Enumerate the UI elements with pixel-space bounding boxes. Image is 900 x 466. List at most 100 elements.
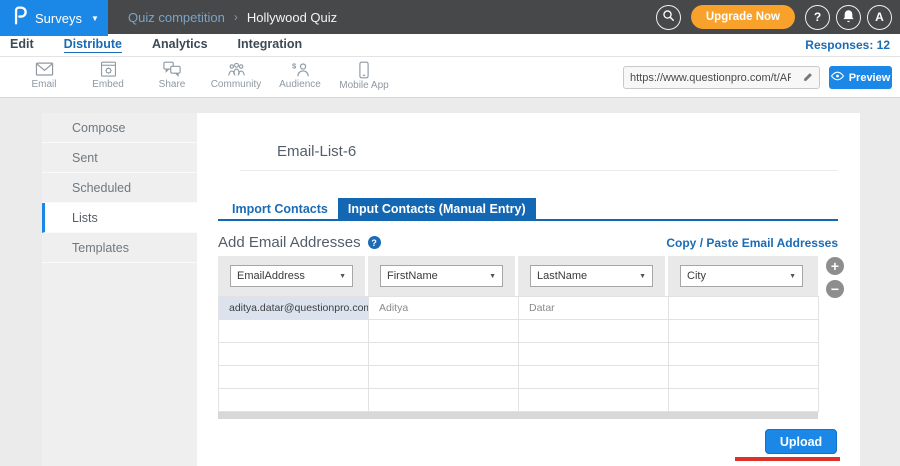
add-row-button[interactable]: + (826, 257, 844, 275)
toolbar-embed-button[interactable]: Embed (76, 61, 140, 91)
notifications-button[interactable] (836, 5, 861, 30)
contact-cell[interactable] (669, 366, 819, 389)
avatar[interactable]: A (867, 5, 892, 30)
column-header: City ▼ (668, 256, 818, 296)
contact-cell[interactable] (519, 343, 669, 366)
contact-row (219, 343, 819, 366)
selected-column-label: EmailAddress (237, 270, 305, 282)
horizontal-scrollbar[interactable] (218, 412, 818, 419)
email-sidebar: ComposeSentScheduledListsTemplates (42, 113, 197, 466)
survey-nav-bar: Edit Distribute Analytics Integration Respo… (0, 34, 900, 57)
share-icon (140, 61, 204, 78)
breadcrumb-survey-name: Hollywood Quiz (247, 10, 337, 25)
sidebar-item-templates[interactable]: Templates (42, 233, 197, 263)
copy-paste-link[interactable]: Copy / Paste Email Addresses (666, 236, 838, 250)
list-title: Email-List-6 (277, 143, 356, 160)
sidebar-item-sent[interactable]: Sent (42, 143, 197, 173)
toolbar-label: Community (204, 79, 268, 90)
upgrade-now-button[interactable]: Upgrade Now (691, 5, 795, 29)
svg-text:$: $ (292, 62, 297, 71)
contact-cell[interactable] (519, 320, 669, 343)
survey-url-input[interactable] (624, 72, 797, 84)
breadcrumb-folder[interactable]: Quiz competition (128, 10, 225, 25)
contact-cell[interactable]: Aditya (369, 297, 519, 320)
select-caret-icon: ▼ (339, 273, 346, 280)
sidebar-item-compose[interactable]: Compose (42, 113, 197, 143)
remove-row-button[interactable]: − (826, 280, 844, 298)
search-icon (662, 9, 675, 25)
top-header-bar: Surveys ▼ Quiz competition › Hollywood Q… (0, 0, 900, 34)
toolbar-audience-button[interactable]: $Audience (268, 61, 332, 91)
contact-cell[interactable] (369, 320, 519, 343)
nav-tab-integration[interactable]: Integration (238, 37, 303, 53)
contacts-grid: aditya.datar@questionpro.comAdityaDatar (218, 296, 819, 412)
toolbar-label: Email (12, 79, 76, 90)
eye-icon (831, 71, 844, 84)
selected-column-label: LastName (537, 270, 587, 282)
tab-import-contacts[interactable]: Import Contacts (222, 198, 338, 219)
product-switcher[interactable]: Surveys ▼ (0, 0, 108, 36)
nav-tab-distribute[interactable]: Distribute (64, 37, 122, 53)
distribute-toolbar: EmailEmbedShareCommunity$AudienceMobile … (0, 57, 900, 98)
nav-tabs: Edit Distribute Analytics Integration (10, 37, 332, 53)
contact-cell[interactable] (519, 389, 669, 412)
toolbar-label: Mobile App (332, 80, 396, 91)
nav-tab-analytics[interactable]: Analytics (152, 37, 208, 53)
contact-cell[interactable] (219, 366, 369, 389)
contact-cell[interactable] (219, 320, 369, 343)
column-select-city[interactable]: City ▼ (680, 265, 803, 287)
annotation-underline (735, 457, 840, 461)
column-header: EmailAddress ▼ (218, 256, 368, 296)
help-tooltip-icon[interactable]: ? (368, 236, 381, 249)
column-selectors-row: EmailAddress▼FirstName▼LastName▼City▼ (218, 256, 818, 296)
bell-icon (842, 9, 855, 26)
column-select-firstname[interactable]: FirstName▼ (380, 265, 503, 287)
contact-cell[interactable] (669, 297, 819, 320)
contacts-tabs: Import ContactsInput Contacts (Manual En… (218, 198, 838, 221)
contacts-table: EmailAddress▼FirstName▼LastName▼City▼ ad… (218, 256, 818, 419)
toolbar-share-button[interactable]: Share (140, 61, 204, 91)
embed-icon (76, 61, 140, 78)
chevron-down-icon: ▼ (91, 14, 99, 23)
contact-cell[interactable] (369, 343, 519, 366)
sidebar-item-scheduled[interactable]: Scheduled (42, 173, 197, 203)
contact-cell[interactable] (669, 343, 819, 366)
edit-url-button[interactable] (797, 69, 819, 87)
contact-cell[interactable]: aditya.datar@questionpro.com (219, 297, 369, 320)
responses-count[interactable]: Responses: 12 (805, 38, 890, 52)
upload-button[interactable]: Upload (765, 429, 837, 454)
contact-cell[interactable] (219, 343, 369, 366)
email-icon (12, 61, 76, 78)
contact-cell[interactable] (369, 366, 519, 389)
contact-cell[interactable] (669, 320, 819, 343)
product-label: Surveys (35, 11, 82, 26)
add-emails-header: Add Email Addresses ? Copy / Paste Email… (218, 234, 838, 251)
column-select-emailaddress[interactable]: EmailAddress ▼ (230, 265, 353, 287)
column-header: FirstName▼ (368, 256, 518, 296)
contact-cell[interactable] (219, 389, 369, 412)
contact-cell[interactable] (369, 389, 519, 412)
search-button[interactable] (656, 5, 681, 30)
contact-cell[interactable] (669, 389, 819, 412)
header-actions: Upgrade Now ? A (656, 5, 900, 30)
contact-cell[interactable] (519, 366, 669, 389)
column-select-lastname[interactable]: LastName▼ (530, 265, 653, 287)
select-caret-icon: ▼ (489, 273, 496, 280)
breadcrumb: Quiz competition › Hollywood Quiz (128, 10, 337, 25)
tab-input-contacts-manual-entry[interactable]: Input Contacts (Manual Entry) (338, 198, 536, 219)
select-caret-icon: ▼ (789, 273, 796, 280)
nav-tab-edit[interactable]: Edit (10, 37, 34, 53)
toolbar-label: Share (140, 79, 204, 90)
contact-row: aditya.datar@questionpro.comAdityaDatar (219, 297, 819, 320)
section-title: Add Email Addresses (218, 234, 361, 251)
sidebar-item-lists[interactable]: Lists (42, 203, 197, 233)
toolbar-community-button[interactable]: Community (204, 61, 268, 91)
toolbar-label: Embed (76, 79, 140, 90)
toolbar-mobile-app-button[interactable]: Mobile App (332, 61, 396, 91)
toolbar-email-button[interactable]: Email (12, 61, 76, 91)
row-controls: + − (826, 257, 844, 298)
contact-cell[interactable]: Datar (519, 297, 669, 320)
selected-column-label: City (687, 270, 706, 282)
preview-button[interactable]: Preview (829, 66, 892, 89)
help-button[interactable]: ? (805, 5, 830, 30)
